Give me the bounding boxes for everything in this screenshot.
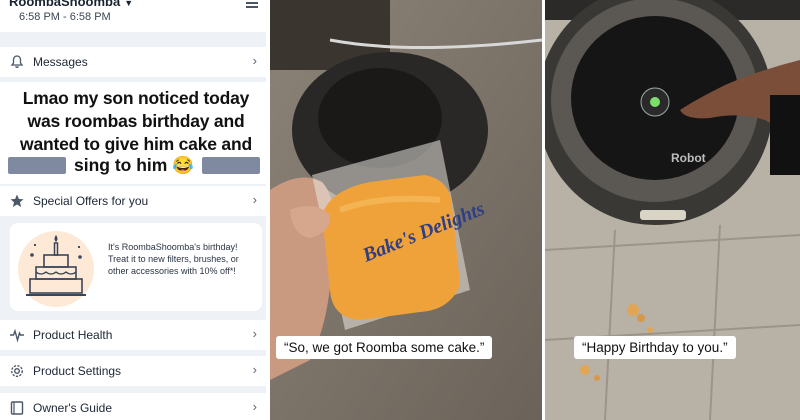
caret-down-icon: ▼ bbox=[124, 0, 134, 8]
heartbeat-icon bbox=[10, 328, 24, 343]
hamburger-menu-icon[interactable] bbox=[246, 0, 258, 8]
chevron-right-icon: › bbox=[252, 399, 257, 414]
book-icon bbox=[10, 401, 24, 415]
chevron-right-icon: › bbox=[252, 192, 257, 207]
product-settings-row[interactable]: Product Settings › bbox=[0, 356, 266, 386]
owners-guide-row[interactable]: Owner's Guide › bbox=[0, 393, 266, 420]
birthday-offer-card[interactable]: It's RoombaShoomba's birthday! Treat it … bbox=[10, 223, 262, 311]
offers-label: Special Offers for you bbox=[33, 194, 149, 208]
photo-roomba-floor: Robot “Happy Birthday to you.” bbox=[545, 0, 800, 420]
gear-icon bbox=[10, 364, 24, 378]
menu-label: Owner's Guide bbox=[33, 401, 112, 415]
chevron-right-icon: › bbox=[252, 362, 257, 377]
robot-name: RoombaShoomba bbox=[9, 0, 121, 9]
redaction-bar bbox=[202, 157, 260, 174]
menu-label: Product Settings bbox=[33, 364, 122, 378]
roomba-logo: Robot bbox=[671, 151, 706, 165]
messages-row[interactable]: Messages › bbox=[0, 47, 266, 77]
chevron-right-icon: › bbox=[252, 326, 257, 341]
schedule-time: 6:58 PM - 6:58 PM bbox=[19, 11, 111, 23]
app-header: RoombaShoomba ▼ 6:58 PM - 6:58 PM bbox=[0, 0, 266, 32]
photo-cake-in-hand: Bake's Delights “So, we got Roomba some … bbox=[270, 0, 542, 420]
robot-name-selector[interactable]: RoombaShoomba ▼ bbox=[9, 0, 133, 9]
special-offers-row[interactable]: Special Offers for you › bbox=[0, 186, 266, 216]
star-icon bbox=[10, 194, 24, 207]
bell-icon bbox=[10, 55, 24, 68]
meme-caption: Lmao my son noticed today was roombas bi… bbox=[0, 82, 266, 184]
caption-text: Lmao my son noticed today was roombas bi… bbox=[20, 88, 252, 154]
chevron-right-icon: › bbox=[252, 53, 257, 68]
subtitle: “Happy Birthday to you.” bbox=[574, 336, 736, 359]
clean-button-icon bbox=[650, 97, 660, 107]
messages-label: Messages bbox=[33, 55, 88, 69]
offer-description: It's RoombaShoomba's birthday! Treat it … bbox=[108, 242, 239, 276]
product-health-row[interactable]: Product Health › bbox=[0, 320, 266, 350]
subtitle: “So, we got Roomba some cake.” bbox=[276, 336, 493, 359]
birthday-cake-icon bbox=[18, 231, 94, 307]
menu-label: Product Health bbox=[33, 328, 113, 342]
roomba-app-panel: RoombaShoomba ▼ 6:58 PM - 6:58 PM Message… bbox=[0, 0, 266, 420]
redaction-bar bbox=[8, 157, 66, 174]
caption-tail: sing to him 😂 bbox=[74, 155, 194, 175]
